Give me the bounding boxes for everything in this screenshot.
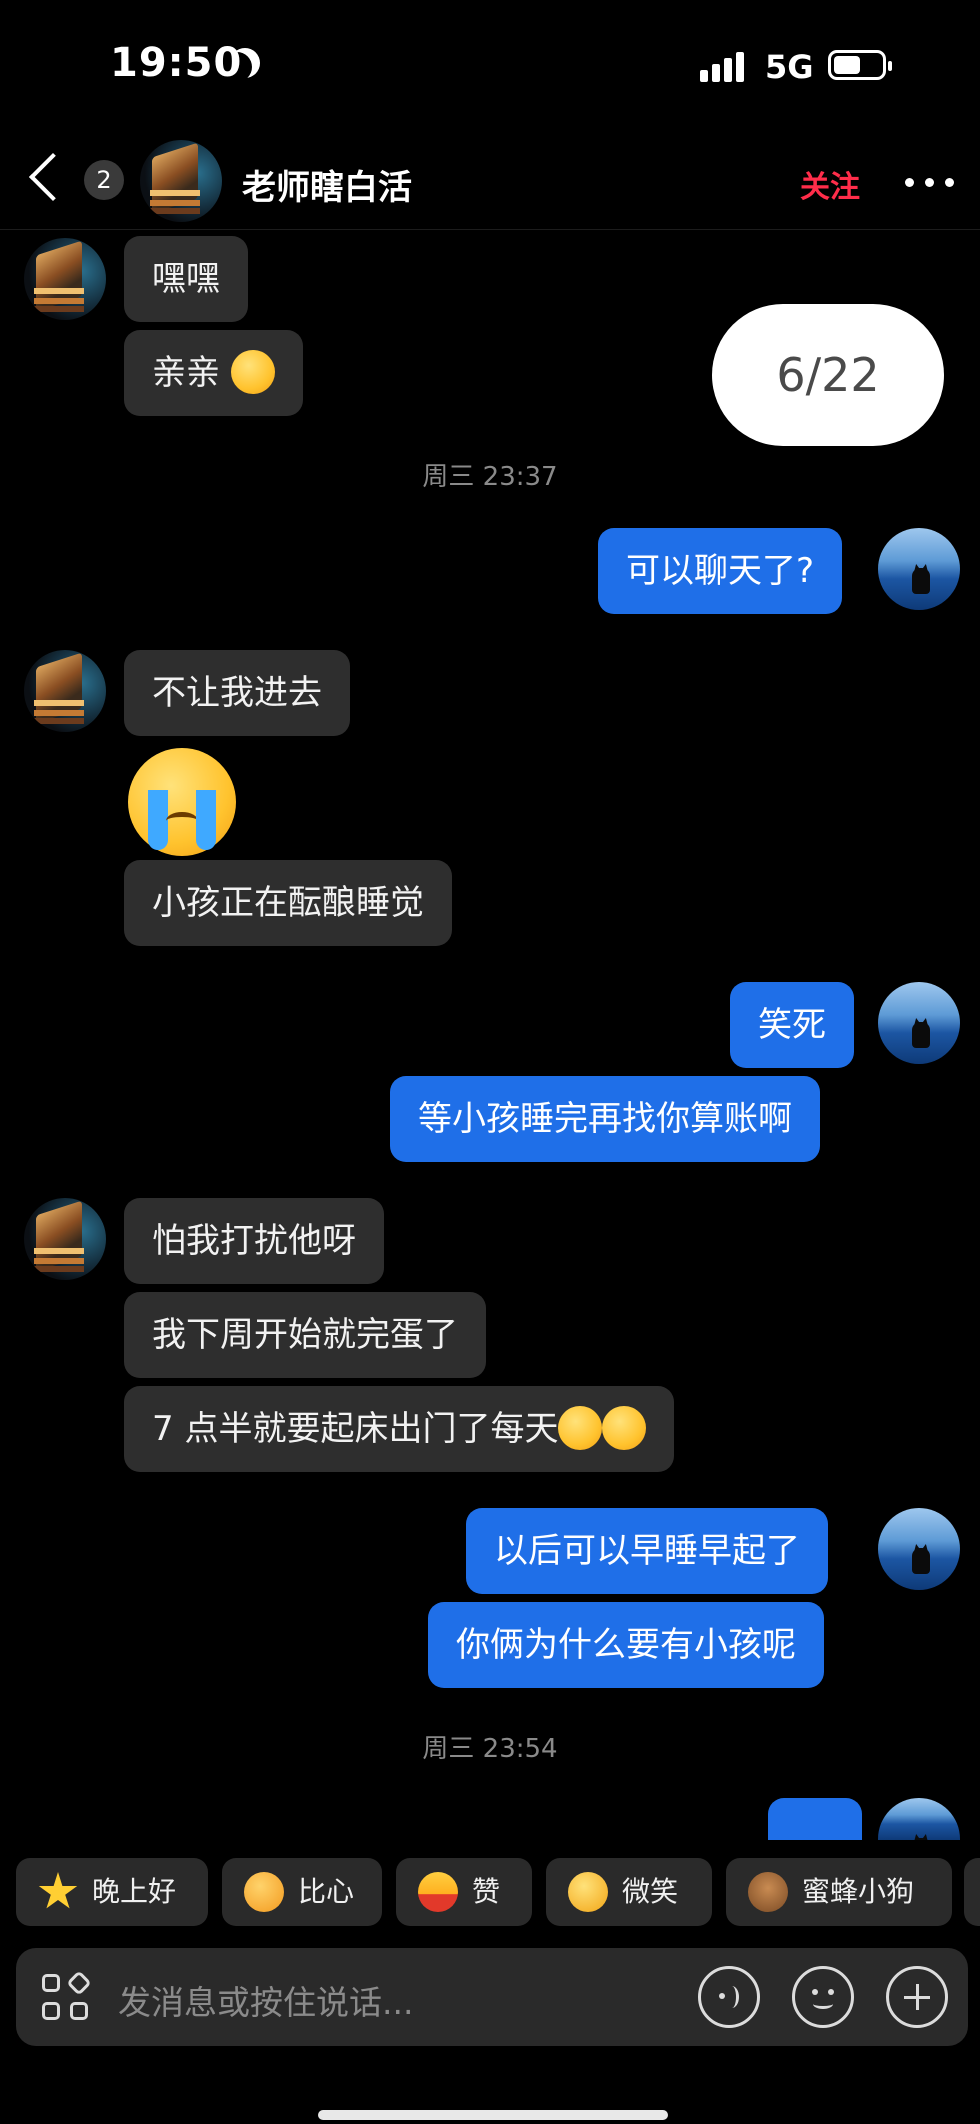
message-text: 7 点半就要起床出门了每天 (152, 1409, 559, 1449)
message-text: 你俩为什么要有小孩呢 (456, 1625, 796, 1665)
message-bubble[interactable]: 小孩正在酝酿睡觉 (124, 860, 452, 946)
crying-emoji-icon (558, 1405, 603, 1450)
message-text: 小孩正在酝酿睡觉 (152, 883, 424, 923)
home-indicator[interactable] (318, 2110, 668, 2120)
message-text: 亲亲 (152, 353, 220, 393)
sender-avatar[interactable] (24, 1198, 106, 1280)
emoji-icon[interactable] (792, 1966, 854, 2028)
heart-hands-icon (244, 1872, 284, 1912)
status-bar: 19:50 5G (0, 0, 980, 130)
crying-emoji-icon (602, 1405, 647, 1450)
contact-name[interactable]: 老师瞎白活 (242, 160, 412, 209)
thumbs-up-icon (418, 1872, 458, 1912)
message-input[interactable]: 发消息或按住说话... (118, 1976, 413, 2024)
sender-avatar[interactable] (24, 650, 106, 732)
quick-reply-chip[interactable]: 晚上好 (16, 1858, 208, 1926)
my-avatar[interactable] (878, 528, 960, 610)
my-avatar[interactable] (878, 1798, 960, 1840)
crying-face-emoji[interactable] (128, 748, 236, 856)
chat-header: 2 老师瞎白活 关注 (0, 130, 980, 230)
message-bubble[interactable]: 7 点半就要起床出门了每天 (124, 1386, 675, 1472)
quick-reply-chip[interactable]: 赞 (396, 1858, 532, 1926)
signal-icon (700, 52, 746, 82)
quick-reply-chip-partial[interactable] (964, 1858, 980, 1926)
chat-timestamp: 周三 23:37 (422, 462, 558, 492)
message-bubble[interactable]: 嘿嘿 (124, 236, 248, 322)
message-bubble[interactable]: 可以聊天了? (598, 528, 843, 614)
message-bubble[interactable]: 笑死 (730, 982, 854, 1068)
page-counter: 6/22 (712, 304, 944, 446)
quick-reply-chip[interactable]: 比心 (222, 1858, 382, 1926)
battery-icon (828, 50, 892, 80)
message-bubble-partial[interactable] (768, 1798, 862, 1840)
more-icon[interactable] (905, 178, 955, 188)
my-avatar[interactable] (878, 1508, 960, 1590)
chat-timestamp: 周三 23:54 (422, 1734, 558, 1764)
message-bubble[interactable]: 亲亲 (124, 330, 303, 416)
plus-icon[interactable] (886, 1966, 948, 2028)
message-text: 不让我进去 (152, 673, 322, 713)
bee-dog-icon (748, 1872, 788, 1912)
kiss-emoji-icon (230, 349, 275, 394)
message-text: 嘿嘿 (152, 259, 220, 299)
sender-avatar[interactable] (24, 238, 106, 320)
apps-icon[interactable] (42, 1970, 92, 2022)
message-bubble[interactable]: 以后可以早睡早起了 (466, 1508, 828, 1594)
message-text: 怕我打扰他呀 (152, 1221, 356, 1261)
my-avatar[interactable] (878, 982, 960, 1064)
message-text: 笑死 (758, 1005, 826, 1045)
message-text: 以后可以早睡早起了 (494, 1531, 800, 1571)
message-bubble[interactable]: 你俩为什么要有小孩呢 (428, 1602, 824, 1688)
quick-reply-chip[interactable]: 蜜蜂小狗 (726, 1858, 952, 1926)
network-type: 5G (765, 48, 814, 86)
message-bubble[interactable]: 我下周开始就完蛋了 (124, 1292, 486, 1378)
quick-reply-chip[interactable]: 微笑 (546, 1858, 712, 1926)
message-bubble[interactable]: 等小孩睡完再找你算账啊 (390, 1076, 820, 1162)
message-text: 我下周开始就完蛋了 (152, 1315, 458, 1355)
message-composer: 发消息或按住说话... (16, 1948, 968, 2046)
quick-reply-bar: 晚上好 比心 赞 微笑 蜜蜂小狗 (0, 1840, 980, 1926)
message-text: 等小孩睡完再找你算账啊 (418, 1099, 792, 1139)
follow-button[interactable]: 关注 (800, 162, 860, 206)
back-icon[interactable] (28, 152, 78, 202)
smile-icon (568, 1872, 608, 1912)
star-icon (38, 1872, 78, 1909)
message-text: 可以聊天了? (626, 551, 815, 591)
moon-icon (222, 52, 252, 82)
contact-avatar[interactable] (140, 140, 222, 222)
message-bubble[interactable]: 怕我打扰他呀 (124, 1198, 384, 1284)
unread-badge: 2 (84, 160, 124, 200)
message-bubble[interactable]: 不让我进去 (124, 650, 350, 736)
voice-icon[interactable] (698, 1966, 760, 2028)
